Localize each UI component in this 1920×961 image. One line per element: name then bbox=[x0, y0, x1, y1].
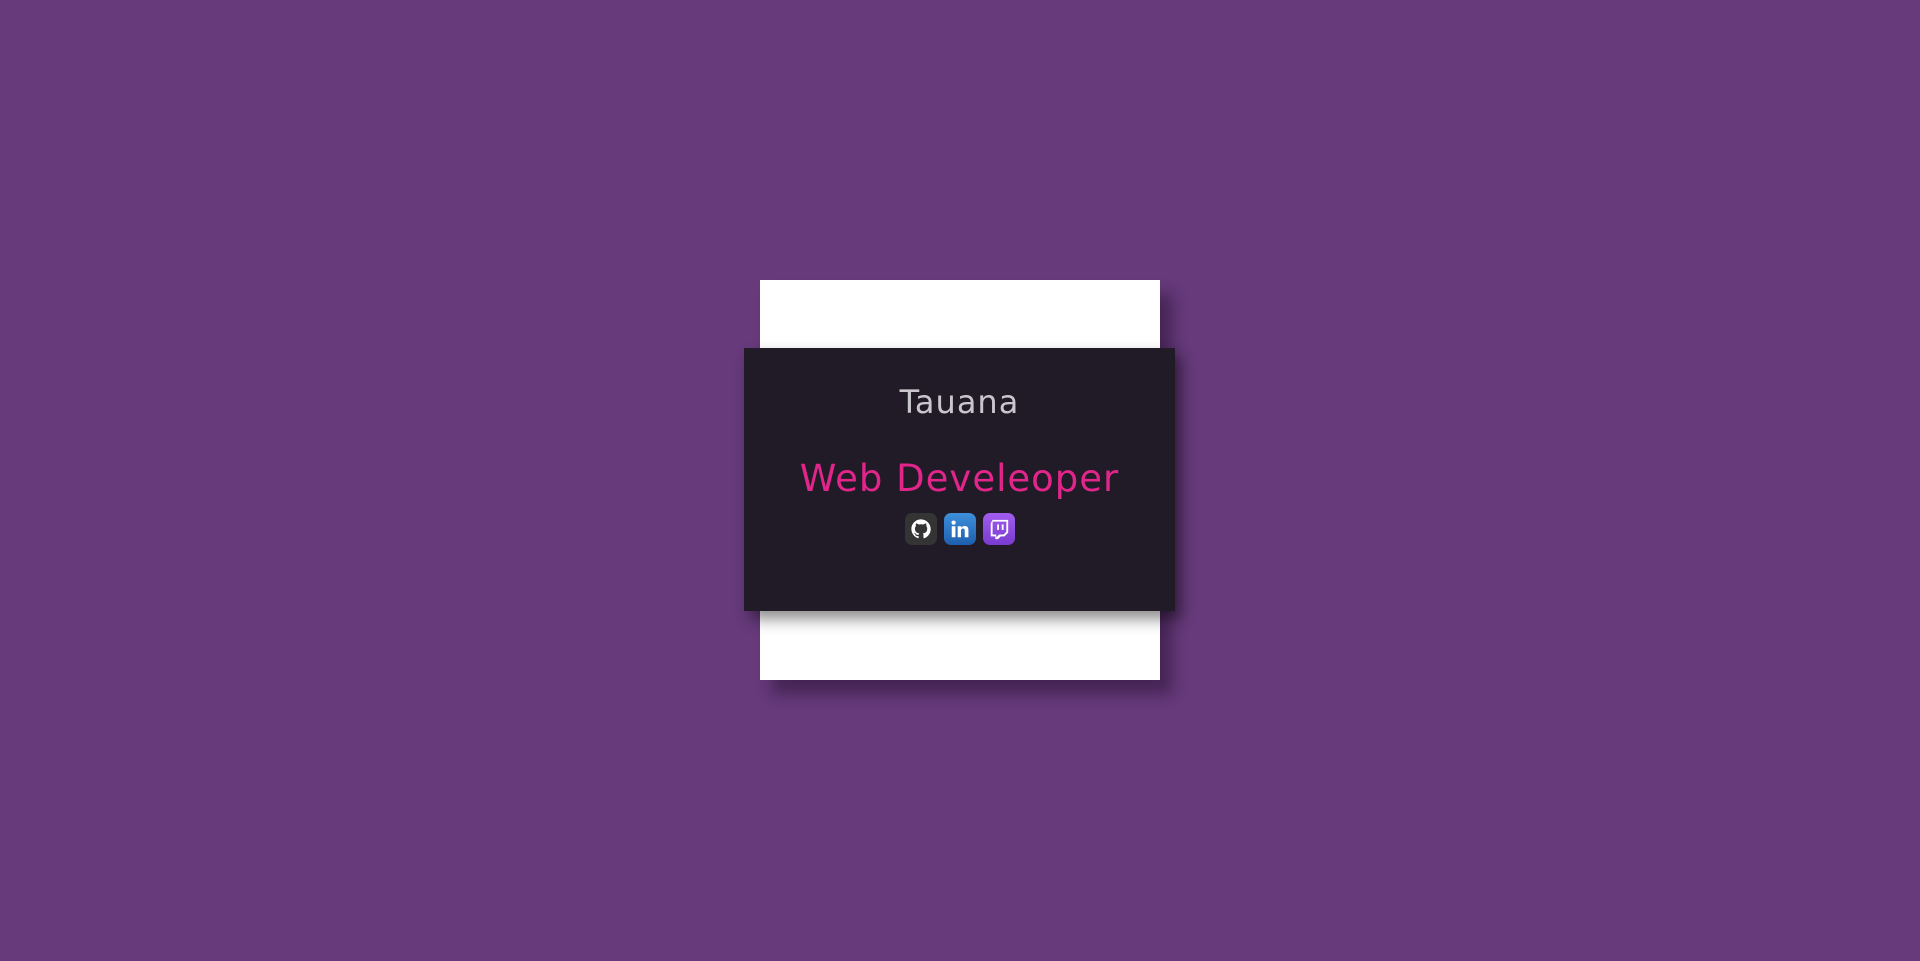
twitch-link[interactable] bbox=[982, 513, 1015, 545]
twitch-icon bbox=[990, 519, 1008, 540]
page-background: Tauana Web Develeoper bbox=[0, 0, 1920, 961]
github-link[interactable] bbox=[904, 513, 937, 545]
social-links bbox=[744, 513, 1175, 545]
profile-role: Web Develeoper bbox=[799, 457, 1120, 500]
profile-name: Tauana bbox=[899, 383, 1020, 421]
linkedin-link[interactable] bbox=[943, 513, 976, 545]
github-icon bbox=[910, 519, 931, 539]
linkedin-icon bbox=[950, 520, 968, 538]
profile-card: Tauana Web Develeoper bbox=[744, 348, 1175, 611]
